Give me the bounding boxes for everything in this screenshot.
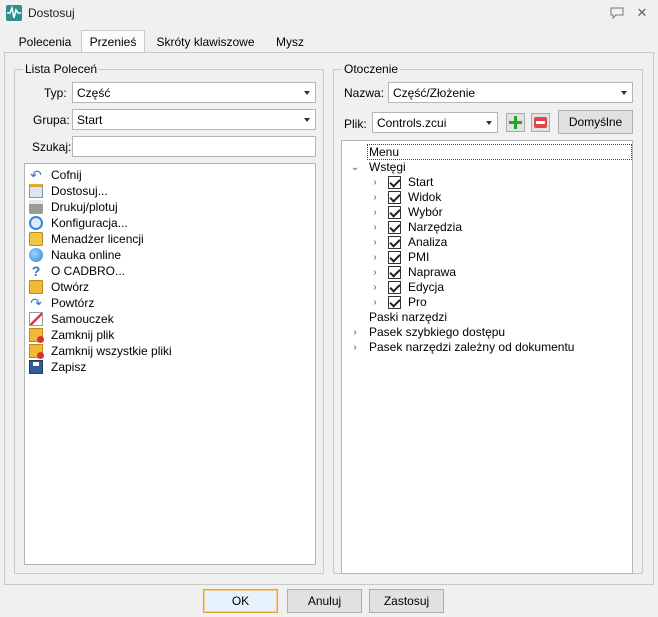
dropdown-arrow-icon (304, 91, 310, 95)
chevron-right-icon[interactable]: › (370, 265, 380, 280)
list-item[interactable]: Menadżer licencji (29, 231, 309, 247)
list-item[interactable]: ↶ Cofnij (29, 167, 309, 183)
close-file-icon (29, 328, 44, 343)
group-label: Grupa: (33, 113, 70, 127)
name-select[interactable]: Część/Złożenie (388, 82, 633, 103)
tab-przenies[interactable]: Przenieś (81, 30, 145, 53)
commands-list[interactable]: ↶ Cofnij Dostosuj... Drukuj/plotuj Konfi… (24, 163, 316, 565)
chevron-right-icon[interactable]: › (370, 235, 380, 250)
chevron-right-icon[interactable]: › (370, 280, 380, 295)
tab-mysz[interactable]: Mysz (266, 32, 314, 52)
file-select[interactable]: Controls.zcui (372, 112, 498, 133)
list-item[interactable]: ↷ Powtórz (29, 295, 309, 311)
list-item[interactable]: Zamknij wszystkie pliki (29, 343, 309, 359)
dropdown-arrow-icon (621, 91, 627, 95)
checkbox-checked[interactable] (388, 206, 401, 219)
tree-selection-focus (367, 144, 632, 160)
cancel-button[interactable]: Anuluj (287, 589, 362, 613)
checkbox-checked[interactable] (388, 221, 401, 234)
checkbox-checked[interactable] (388, 191, 401, 204)
checkbox-checked[interactable] (388, 251, 401, 264)
remove-button[interactable] (531, 113, 550, 132)
gear-icon (29, 216, 43, 230)
checkbox-checked[interactable] (388, 176, 401, 189)
dropdown-arrow-icon (304, 118, 310, 122)
chevron-down-icon[interactable]: ⌄ (350, 160, 360, 175)
window-title: Dostosuj (28, 6, 75, 20)
plus-icon (509, 116, 522, 129)
checkbox-checked[interactable] (388, 236, 401, 249)
help-chat-icon[interactable] (608, 4, 626, 22)
title-bar: Dostosuj ✕ (0, 0, 658, 26)
list-item[interactable]: Otwórz (29, 279, 309, 295)
customize-icon (29, 184, 43, 198)
list-item[interactable]: Zapisz (29, 359, 309, 375)
question-icon: ? (31, 263, 41, 279)
minus-icon (534, 117, 547, 128)
environment-group-legend: Otoczenie (342, 62, 401, 76)
printer-icon (29, 200, 43, 214)
checkbox-checked[interactable] (388, 281, 401, 294)
chevron-right-icon[interactable]: › (370, 220, 380, 235)
chevron-right-icon[interactable]: › (370, 295, 380, 310)
close-icon[interactable]: ✕ (633, 4, 651, 22)
list-item[interactable]: Drukuj/plotuj (29, 199, 309, 215)
apply-button[interactable]: Zastosuj (369, 589, 444, 613)
commands-group-legend: Lista Poleceń (23, 62, 100, 76)
type-label: Typ: (44, 86, 67, 100)
globe-icon (29, 248, 43, 262)
save-icon (29, 360, 43, 374)
add-button[interactable] (506, 113, 525, 132)
name-label: Nazwa: (344, 86, 385, 100)
chevron-right-icon[interactable]: › (370, 250, 380, 265)
search-input[interactable] (72, 136, 316, 157)
checkbox-checked[interactable] (388, 266, 401, 279)
chevron-right-icon[interactable]: › (370, 205, 380, 220)
ok-button[interactable]: OK (203, 589, 278, 613)
chevron-right-icon[interactable]: › (370, 175, 380, 190)
license-icon (29, 232, 43, 246)
group-select[interactable]: Start (72, 109, 316, 130)
list-item[interactable]: Dostosuj... (29, 183, 309, 199)
type-select[interactable]: Część (72, 82, 316, 103)
undo-icon: ↶ (30, 167, 42, 183)
tab-skroty-klawiszowe[interactable]: Skróty klawiszowe (149, 32, 262, 52)
tab-polecenia[interactable]: Polecenia (10, 32, 80, 52)
chevron-right-icon[interactable]: › (350, 325, 360, 340)
list-item[interactable]: Konfiguracja... (29, 215, 309, 231)
search-label: Szukaj: (32, 140, 72, 154)
list-item[interactable]: Nauka online (29, 247, 309, 263)
file-label: Plik: (344, 117, 367, 131)
open-folder-icon (29, 280, 43, 294)
list-item[interactable]: ? O CADBRO... (29, 263, 309, 279)
list-item[interactable]: Samouczek (29, 311, 309, 327)
chevron-right-icon[interactable]: › (350, 340, 360, 355)
default-button[interactable]: Domyślne (558, 110, 633, 134)
redo-icon: ↷ (30, 295, 42, 311)
environment-tree[interactable]: Menu ⌄ Wstęgi › Start › Widok › Wybór › … (341, 140, 633, 574)
close-all-files-icon (29, 344, 44, 359)
dropdown-arrow-icon (486, 121, 492, 125)
app-waveform-icon (6, 5, 22, 21)
checkbox-checked[interactable] (388, 296, 401, 309)
tutorial-icon (29, 312, 43, 326)
chevron-right-icon[interactable]: › (370, 190, 380, 205)
list-item[interactable]: Zamknij plik (29, 327, 309, 343)
